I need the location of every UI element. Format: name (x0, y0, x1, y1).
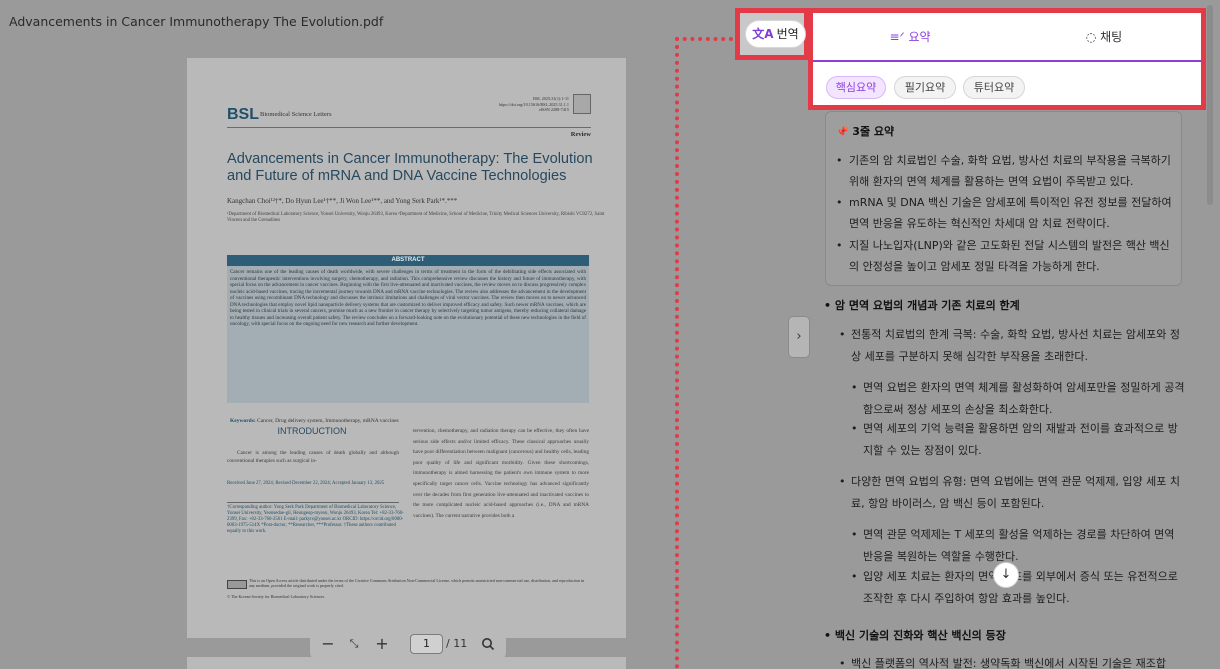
search-icon[interactable] (478, 634, 498, 654)
translate-button[interactable]: 文A 번역 (745, 20, 806, 48)
tab-summary-label: 요약 (908, 30, 931, 44)
introduction-text-right: tervention, chemotherapy, and radiation … (413, 428, 589, 519)
panel-scrollbar[interactable] (1207, 5, 1213, 205)
society-copyright: © The Korean Society for Biomedical Labo… (227, 594, 326, 599)
journal-name: Biomedical Science Letters (260, 111, 332, 118)
keywords-text: Cancer, Drug delivery system, Immunother… (257, 418, 399, 424)
header-rule (227, 127, 591, 128)
summary-title: 📌 3줄 요약 (836, 123, 894, 139)
summary-bullet: • 지질 나노입자(LNP)와 같은 고도화된 전달 시스템의 발전은 핵산 백신… (836, 239, 1170, 273)
chip-tutor-summary[interactable]: 튜터요약 (963, 76, 1025, 99)
list-item: • 다양한 면역 요법의 유형: 면역 요법에는 면역 관문 억제제, 입양 세포… (839, 475, 1181, 510)
list-item: • 면역 요법은 환자의 면역 체계를 활성화하여 암세포만을 정밀하게 공격함으… (851, 381, 1185, 416)
translate-label: 번역 (776, 27, 799, 41)
scroll-down-button[interactable]: ↓ (993, 562, 1019, 588)
page-total: / 11 (446, 637, 468, 650)
zoom-in-button[interactable]: + (372, 634, 392, 654)
cc-license-icon (227, 580, 247, 589)
pdf-toolbar: − ⤡ + 1 / 11 (310, 627, 506, 661)
introduction-heading: INTRODUCTION (277, 426, 347, 436)
chip-note-summary[interactable]: 필기요약 (894, 76, 956, 99)
pdf-viewer[interactable]: Advancements in Cancer Immunotherapy The… (0, 0, 808, 669)
zoom-out-button[interactable]: − (318, 634, 338, 654)
page-number-input[interactable]: 1 (410, 634, 443, 654)
collapse-panel-button[interactable]: › (788, 316, 810, 358)
journal-logo: BSL (227, 106, 259, 123)
chip-core-summary[interactable]: 핵심요약 (826, 76, 886, 99)
active-tab-indicator (813, 60, 1201, 62)
fit-page-icon[interactable]: ⤡ (344, 634, 364, 654)
article-type: Review (570, 131, 591, 138)
summary-bullet: • 기존의 암 치료법인 수술, 화학 요법, 방사선 치료의 부작용을 극복하기… (836, 154, 1171, 188)
license-text: This is an Open Access article distribut… (249, 578, 585, 589)
doi-block: BSL 2025;31(1):1-11 https://doi.org/10.1… (498, 96, 569, 113)
arrow-down-icon: ↓ (1000, 567, 1012, 582)
summary-title-text: 3줄 요약 (852, 125, 895, 138)
abstract-heading: ABSTRACT (227, 255, 589, 266)
translate-icon: 文A (752, 27, 774, 41)
received-dates: Received June 27, 2024; Revised December… (227, 481, 385, 486)
list-item: • 전통적 치료법의 한계 극복: 수술, 화학 요법, 방사선 치료는 암세포와… (839, 328, 1181, 363)
section-heading: • 암 면역 요법의 개념과 기존 치료의 한계 (824, 299, 1020, 312)
section-heading: • 백신 기술의 진화와 핵산 백신의 등장 (824, 629, 1006, 642)
summary-bullet: • mRNA 및 DNA 백신 기술은 암세포에 특이적인 유전 정보를 전달하여… (836, 196, 1172, 230)
tab-chat-label: 채팅 (1100, 30, 1123, 44)
paper-authors: Kangchan Choi¹²†*, Do Hyun Lee¹†**, Ji W… (227, 197, 458, 205)
list-item: • 백신 플랫폼의 역사적 발전: 생약독화 백신에서 시작된 기술은 재조합 (839, 657, 1167, 669)
highlight-connector-line (675, 37, 679, 669)
pin-icon: 📌 (836, 127, 849, 138)
section-heading-text: 백신 기술의 진화와 핵산 백신의 등장 (834, 629, 1006, 642)
keywords-label: Keywords: (230, 418, 256, 424)
corresponding-author: †Corresponding author: Yong Serk Park De… (227, 505, 404, 534)
chevron-right-icon: › (796, 329, 802, 344)
panel-header: ≡ᐟ 요약 ◌ 채팅 핵심요약 필기요약 튜터요약 (808, 8, 1206, 110)
keywords: Keywords: Cancer, Drug delivery system, … (230, 418, 586, 424)
list-item: • 면역 세포의 기억 능력을 활용하면 암의 재발과 전이를 효과적으로 방지할… (851, 422, 1178, 457)
tab-summary[interactable]: ≡ᐟ 요약 (813, 25, 1007, 49)
document-title: Advancements in Cancer Immunotherapy The… (9, 14, 384, 29)
highlight-connector-line-top (675, 37, 733, 41)
crossmark-icon (573, 94, 591, 114)
tab-chat[interactable]: ◌ 채팅 (1007, 25, 1201, 49)
introduction-text-left: Cancer is among the leading causes of de… (227, 450, 399, 465)
footnote-rule (227, 502, 399, 503)
abstract-text: Cancer remains one of the leading causes… (230, 269, 586, 328)
section-heading-text: 암 면역 요법의 개념과 기존 치료의 한계 (834, 299, 1020, 312)
summary-tab-icon: ≡ᐟ (889, 30, 905, 44)
list-item: • 면역 관문 억제제는 T 세포의 활성을 억제하는 경로를 차단하여 면역 반… (851, 528, 1175, 563)
paper-title: Advancements in Cancer Immunotherapy: Th… (227, 151, 593, 184)
chat-bubble-icon: ◌ (1085, 30, 1097, 44)
pdf-page[interactable]: BSL Biomedical Science Letters BSL 2025;… (187, 58, 626, 638)
paper-affiliations: ¹Department of Biomedical Laboratory Sci… (227, 212, 605, 224)
